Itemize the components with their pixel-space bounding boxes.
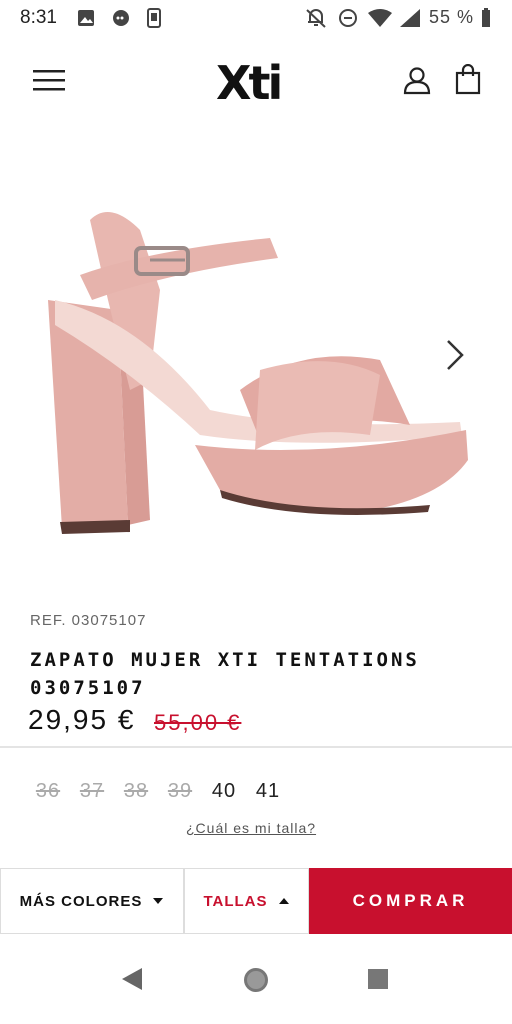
size-option-41[interactable]: 41 <box>246 780 290 810</box>
battery-text: 55 % <box>428 7 474 27</box>
status-bar: 8:31 55 % <box>0 0 512 36</box>
wifi-icon <box>368 9 392 27</box>
user-icon[interactable] <box>402 66 432 96</box>
sizes-label: TALLAS <box>203 892 268 910</box>
action-bar: MÁS COLORES TALLAS COMPRAR <box>0 868 512 934</box>
product-ref: REF. 03075107 <box>30 612 147 629</box>
product-price: 29,95 € <box>28 704 136 735</box>
home-icon[interactable] <box>242 966 270 994</box>
buy-button[interactable]: COMPRAR <box>309 868 512 934</box>
sandal-illustration <box>48 212 468 534</box>
notification-icons <box>78 8 161 28</box>
status-time: 8:31 <box>20 7 57 28</box>
menu-icon[interactable] <box>32 68 66 94</box>
more-colors-button[interactable]: MÁS COLORES <box>0 868 184 934</box>
caret-up-icon <box>278 898 289 904</box>
bag-icon[interactable] <box>454 64 482 96</box>
product-image[interactable] <box>0 160 512 580</box>
app-header: Xti <box>0 40 512 124</box>
size-option-40[interactable]: 40 <box>202 780 246 810</box>
size-option-37[interactable]: 37 <box>70 780 114 810</box>
size-selector: 36 37 38 39 40 41 <box>26 780 290 810</box>
divider <box>0 746 512 748</box>
system-nav-bar <box>0 940 512 1024</box>
message-icon <box>113 10 129 26</box>
more-colors-label: MÁS COLORES <box>19 892 143 910</box>
brand-logo[interactable]: Xti <box>216 60 283 106</box>
size-option-36[interactable]: 36 <box>26 780 70 810</box>
image-icon <box>78 10 94 26</box>
dnd-icon <box>339 9 357 27</box>
size-guide-link[interactable]: ¿Cuál es mi talla? <box>186 820 316 836</box>
product-title: ZAPATO MUJER XTI TENTATIONS 03075107 <box>30 649 420 699</box>
sizes-button[interactable]: TALLAS <box>184 868 309 934</box>
system-icons <box>306 9 420 28</box>
size-option-39[interactable]: 39 <box>158 780 202 810</box>
battery-icon <box>482 8 490 27</box>
mute-icon <box>306 9 326 28</box>
back-icon[interactable] <box>120 966 144 992</box>
recents-icon[interactable] <box>367 968 389 990</box>
phone-icon <box>147 8 161 28</box>
caret-down-icon <box>153 898 164 904</box>
chevron-right-icon[interactable] <box>444 338 466 372</box>
signal-icon <box>400 9 420 27</box>
size-option-38[interactable]: 38 <box>114 780 158 810</box>
product-old-price: 55,00 € <box>154 710 242 735</box>
